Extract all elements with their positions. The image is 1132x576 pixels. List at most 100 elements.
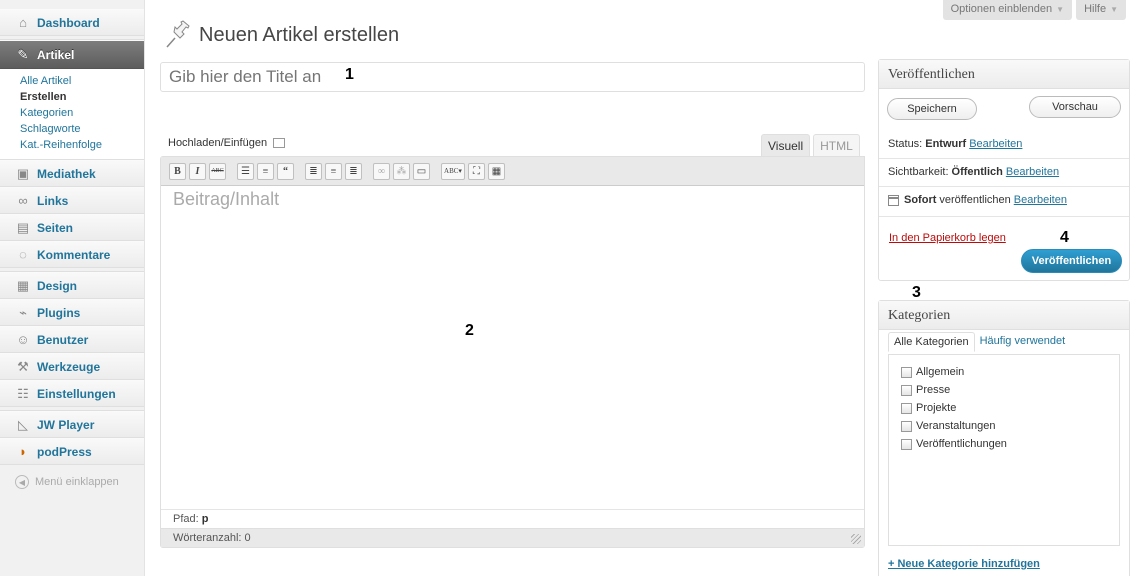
strikethrough-icon[interactable]: ABC bbox=[209, 162, 226, 180]
blockquote-icon[interactable]: “ bbox=[277, 162, 294, 180]
tab-visual[interactable]: Visuell bbox=[761, 134, 811, 156]
category-item[interactable]: Presse bbox=[901, 381, 1107, 399]
category-checkbox[interactable] bbox=[901, 420, 912, 432]
post-content-editor[interactable]: B I ABC ☰ ≡ “ ≣ ≡ ≣ ∞ ⁂ ▭ ABC▾ ⛶ ▦ Beitr… bbox=[160, 156, 865, 548]
page-header: Neuen Artikel erstellen bbox=[163, 20, 399, 50]
italic-icon[interactable]: I bbox=[189, 162, 206, 180]
edit-visibility-link[interactable]: Bearbeiten bbox=[1006, 166, 1059, 178]
dropdown-arrow-icon: ▼ bbox=[1110, 5, 1118, 14]
publish-box-title: Veröffentlichen bbox=[879, 60, 1129, 89]
edit-status-link[interactable]: Bearbeiten bbox=[969, 138, 1022, 150]
sidebar-item-podpress[interactable]: ◗ podPress bbox=[0, 438, 144, 465]
tab-all-categories[interactable]: Alle Kategorien bbox=[888, 332, 975, 352]
sidebar-item-label: Dashboard bbox=[37, 15, 100, 30]
align-right-icon[interactable]: ≣ bbox=[345, 162, 362, 180]
schedule-row: Sofort veröffentlichen Bearbeiten bbox=[888, 194, 1067, 206]
publish-box: Veröffentlichen Speichern Vorschau Statu… bbox=[878, 59, 1130, 281]
sidebar-item-label: Plugins bbox=[37, 305, 81, 320]
move-to-trash-link[interactable]: In den Papierkorb legen bbox=[889, 232, 1006, 244]
bold-icon[interactable]: B bbox=[169, 162, 186, 180]
pushpin-icon bbox=[166, 20, 190, 48]
edit-schedule-link[interactable]: Bearbeiten bbox=[1014, 194, 1067, 206]
more-tag-icon[interactable]: ▭ bbox=[413, 162, 430, 180]
home-icon: ⌂ bbox=[19, 15, 27, 30]
sidebar-item-plugins[interactable]: ⌁ Plugins bbox=[0, 299, 144, 326]
pages-icon: ▤ bbox=[16, 219, 30, 235]
category-item[interactable]: Allgemein bbox=[901, 363, 1107, 381]
collapse-menu-button[interactable]: ◀ Menü einklappen bbox=[0, 475, 144, 489]
path-label: Pfad: bbox=[173, 513, 199, 525]
submenu-tags[interactable]: Schlagworte bbox=[20, 121, 144, 137]
submenu-create[interactable]: Erstellen bbox=[20, 89, 144, 105]
screen-meta-links: Optionen einblenden ▼ Hilfe ▼ bbox=[942, 0, 1126, 20]
spellcheck-icon[interactable]: ABC▾ bbox=[441, 162, 465, 180]
sidebar-item-dashboard[interactable]: ⌂ Dashboard bbox=[0, 9, 144, 36]
collapse-menu-label: Menü einklappen bbox=[35, 476, 119, 488]
category-label: Presse bbox=[916, 384, 951, 396]
pushpin-icon: ✎ bbox=[17, 46, 29, 62]
link-icon[interactable]: ∞ bbox=[373, 162, 390, 180]
divider bbox=[879, 158, 1129, 159]
submenu-category-order[interactable]: Kat.-Reihenfolge bbox=[20, 137, 144, 153]
add-new-category-link[interactable]: + Neue Kategorie hinzufügen bbox=[888, 558, 1040, 570]
category-item[interactable]: Projekte bbox=[901, 399, 1107, 417]
sidebar-item-links[interactable]: ∞ Links bbox=[0, 187, 144, 214]
sidebar-item-articles[interactable]: ✎ Artikel bbox=[0, 40, 144, 69]
annotation-marker-2: 2 bbox=[465, 322, 474, 339]
sidebar-item-tools[interactable]: ⚒ Werkzeuge bbox=[0, 353, 144, 380]
category-checkbox[interactable] bbox=[901, 438, 912, 450]
add-media-icon[interactable] bbox=[273, 138, 286, 148]
sidebar-item-pages[interactable]: ▤ Seiten bbox=[0, 214, 144, 241]
resize-handle-icon[interactable] bbox=[851, 534, 861, 544]
kitchen-sink-icon[interactable]: ▦ bbox=[488, 162, 505, 180]
sidebar-item-settings[interactable]: ☷ Einstellungen bbox=[0, 380, 144, 407]
schedule-value: Sofort bbox=[904, 194, 937, 206]
sidebar-item-label: Links bbox=[37, 193, 69, 208]
category-checkbox[interactable] bbox=[901, 402, 912, 414]
numbered-list-icon[interactable]: ≡ bbox=[257, 162, 274, 180]
tools-icon: ⚒ bbox=[17, 358, 29, 374]
preview-button[interactable]: Vorschau bbox=[1029, 96, 1121, 118]
save-draft-button[interactable]: Speichern bbox=[887, 98, 977, 120]
settings-icon: ☷ bbox=[17, 385, 29, 401]
tab-html[interactable]: HTML bbox=[813, 134, 860, 156]
category-item[interactable]: Veröffentlichungen bbox=[901, 435, 1107, 453]
visibility-label: Sichtbarkeit: bbox=[888, 166, 949, 178]
tab-most-used[interactable]: Häufig verwendet bbox=[975, 332, 1071, 352]
sidebar-item-comments[interactable]: ◌ Kommentare bbox=[0, 241, 144, 268]
fullscreen-icon[interactable]: ⛶ bbox=[468, 162, 485, 180]
sidebar-item-media[interactable]: ▣ Mediathek bbox=[0, 160, 144, 187]
schedule-suffix: veröffentlichen bbox=[939, 194, 1011, 206]
visibility-value: Öffentlich bbox=[951, 166, 1003, 178]
sidebar-item-label: JW Player bbox=[37, 417, 95, 432]
word-count: Wörteranzahl: 0 bbox=[161, 528, 864, 547]
sidebar-item-users[interactable]: ☺ Benutzer bbox=[0, 326, 144, 353]
category-checklist: Allgemein Presse Projekte Veranstaltunge… bbox=[888, 354, 1120, 546]
submenu-all-articles[interactable]: Alle Artikel bbox=[20, 73, 144, 89]
submenu-categories[interactable]: Kategorien bbox=[20, 105, 144, 121]
media-upload-row: Hochladen/Einfügen bbox=[168, 137, 286, 149]
sidebar-item-label: Werkzeuge bbox=[37, 359, 101, 374]
path-value[interactable]: p bbox=[202, 513, 209, 525]
sidebar-item-design[interactable]: ▦ Design bbox=[0, 272, 144, 299]
post-title-input[interactable] bbox=[160, 62, 865, 92]
articles-submenu: Alle Artikel Erstellen Kategorien Schlag… bbox=[0, 69, 144, 160]
publish-button[interactable]: Veröffentlichen bbox=[1021, 249, 1122, 273]
sidebar-item-label: Kommentare bbox=[37, 247, 111, 262]
page-title: Neuen Artikel erstellen bbox=[199, 23, 400, 46]
bullet-list-icon[interactable]: ☰ bbox=[237, 162, 254, 180]
category-checkbox[interactable] bbox=[901, 366, 912, 378]
category-checkbox[interactable] bbox=[901, 384, 912, 396]
screen-options-button[interactable]: Optionen einblenden ▼ bbox=[942, 0, 1073, 20]
dropdown-arrow-icon: ▼ bbox=[1056, 5, 1065, 14]
help-button[interactable]: Hilfe ▼ bbox=[1076, 0, 1126, 20]
sidebar-item-label: Benutzer bbox=[37, 332, 89, 347]
align-center-icon[interactable]: ≡ bbox=[325, 162, 342, 180]
align-left-icon[interactable]: ≣ bbox=[305, 162, 322, 180]
annotation-marker-4: 4 bbox=[1060, 229, 1069, 246]
status-row: Status: Entwurf Bearbeiten bbox=[888, 138, 1022, 150]
editor-mode-tabs: Visuell HTML bbox=[761, 134, 863, 156]
unlink-icon[interactable]: ⁂ bbox=[393, 162, 410, 180]
sidebar-item-jwplayer[interactable]: ◺ JW Player bbox=[0, 411, 144, 438]
category-item[interactable]: Veranstaltungen bbox=[901, 417, 1107, 435]
